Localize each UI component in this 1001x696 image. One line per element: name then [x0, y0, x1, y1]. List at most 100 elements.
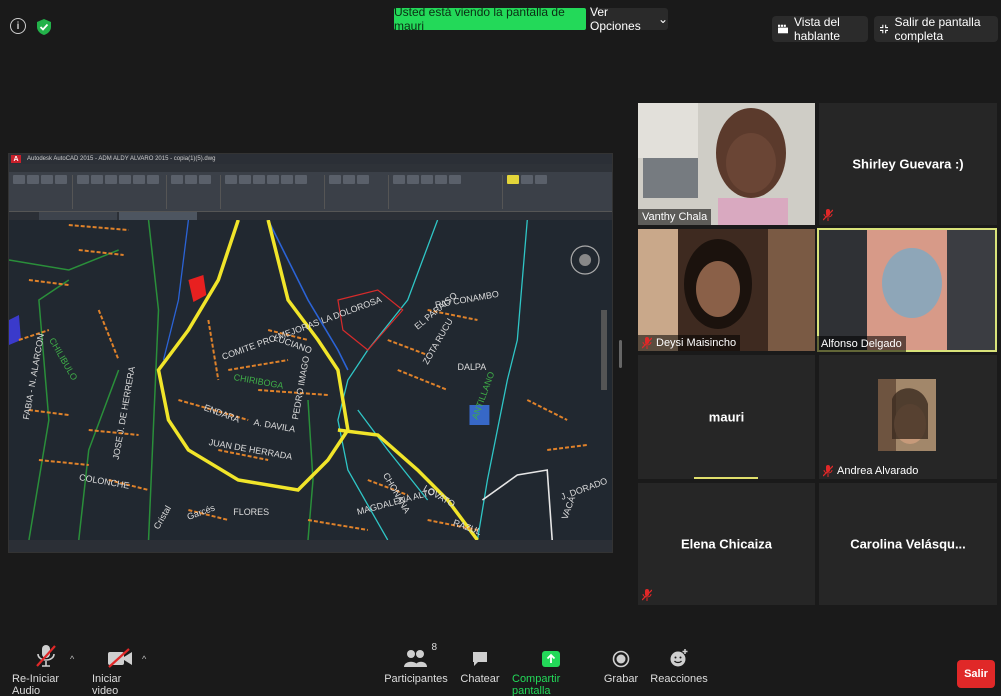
autocad-title-bar: A Autodesk AutoCAD 2015 - ADM ALDY ALVAR…	[9, 154, 612, 164]
reactions-label: Reacciones	[650, 673, 708, 685]
record-icon	[612, 650, 630, 668]
ribbon-group-draw	[13, 175, 73, 209]
exit-fullscreen-label: Salir de pantalla completa	[894, 15, 981, 43]
reactions-button[interactable]: Reacciones	[650, 642, 708, 685]
exit-fullscreen-button[interactable]: Salir de pantalla completa	[874, 15, 998, 43]
participant-name-vanthy: Vanthy Chala	[638, 209, 712, 225]
autocad-title: Autodesk AutoCAD 2015 - ADM ALDY ALVARO …	[27, 156, 216, 162]
info-icon[interactable]: i	[10, 18, 26, 34]
autocad-drawing-canvas[interactable]: LUCIANO RIO CONAMBO CHIRIBOGA COMITE PRO-ME…	[9, 220, 612, 540]
participant-name-elena: Elena Chicaiza	[680, 536, 773, 552]
participant-video-deysi	[638, 229, 815, 351]
participants-label: Participantes	[384, 673, 448, 685]
record-label: Grabar	[603, 673, 639, 685]
map-street-label: A. DAVILA	[253, 417, 296, 434]
map-street-label: JUAN DE HERRADA	[208, 437, 293, 462]
participants-count: 8	[431, 642, 437, 653]
ribbon-group-utilities	[393, 175, 503, 209]
participant-name-andrea: Andrea Alvarado	[819, 463, 922, 479]
map-street-label: Garcés	[186, 502, 217, 521]
participant-video-andrea	[878, 379, 936, 451]
chat-label: Chatear	[460, 673, 500, 685]
video-button-label: Iniciar video	[92, 673, 122, 696]
video-options-caret[interactable]: ^	[142, 654, 146, 664]
doc-tab-active[interactable]	[119, 212, 197, 220]
audio-options-caret[interactable]: ^	[70, 654, 74, 664]
map-street-label: DALPA	[458, 362, 487, 372]
share-screen-button[interactable]: Compartir pantalla	[512, 642, 590, 696]
participant-video-vanthy	[638, 103, 815, 225]
participant-name-deysi: Deysi Maisincho	[638, 335, 741, 351]
participant-name-mauri: mauri	[708, 409, 745, 425]
mic-muted-icon	[823, 465, 833, 477]
leave-meeting-label: Salir	[964, 668, 988, 680]
speaker-view-button[interactable]: Vista del hablante	[772, 15, 868, 43]
chat-button[interactable]: Chatear	[460, 642, 500, 685]
participant-name-carolina: Carolina Velásqu...	[850, 536, 966, 552]
view-options-button[interactable]: Ver Opciones ⌄	[590, 5, 668, 33]
ribbon-group-annotation	[171, 175, 221, 209]
record-button[interactable]: Grabar	[604, 642, 638, 685]
autocad-command-line[interactable]	[9, 540, 612, 552]
participants-button[interactable]: 8 Participantes	[384, 642, 448, 685]
view-options-label: Ver Opciones	[590, 5, 641, 33]
participant-tile-vanthy[interactable]: Vanthy Chala	[638, 103, 815, 225]
split-view-divider-handle[interactable]	[619, 340, 622, 368]
autocad-document-tabs	[9, 212, 612, 220]
doc-tab[interactable]	[39, 212, 117, 220]
participant-name-shirley: Shirley Guevara :)	[852, 156, 964, 172]
map-street-label: RAZUL	[452, 517, 483, 536]
street-map-drawing: LUCIANORIO CONAMBOCHIRIBOGACOMITE PRO-ME…	[9, 220, 609, 540]
screen-share-banner: Usted está viendo la pantalla de mauri	[394, 5, 586, 33]
ribbon-group-properties	[507, 175, 597, 209]
exit-fullscreen-icon	[880, 24, 889, 34]
chevron-down-icon: ⌄	[657, 12, 668, 26]
participant-name-alfonso: Alfonso Delgado	[817, 336, 906, 352]
participants-icon	[404, 650, 427, 667]
share-screen-icon	[542, 651, 560, 667]
encryption-shield-icon[interactable]	[36, 18, 52, 36]
speaking-indicator	[694, 477, 758, 479]
participant-tile-elena[interactable]: Elena Chicaiza	[638, 483, 815, 605]
screen-share-banner-text: Usted está viendo la pantalla de mauri	[394, 5, 565, 33]
participant-video-alfonso	[817, 228, 997, 352]
map-street-label: ENDARA	[203, 402, 241, 424]
speaker-view-icon	[778, 24, 788, 34]
autocad-logo: A	[11, 155, 21, 163]
meeting-toolbar: Re-Iniciar Audio ^ Iniciar video ^ 8 Par…	[0, 642, 1001, 696]
map-street-label: Cristal	[152, 504, 173, 531]
video-button[interactable]: Iniciar video	[92, 642, 148, 696]
shared-screen[interactable]: A Autodesk AutoCAD 2015 - ADM ALDY ALVAR…	[8, 153, 613, 553]
map-street-label: CHILIBULO	[47, 336, 79, 382]
mic-muted-icon	[36, 645, 56, 667]
participant-tile-shirley[interactable]: Shirley Guevara :)	[819, 103, 997, 225]
mic-muted-icon	[823, 209, 833, 221]
audio-button-label: Re-Iniciar Audio	[12, 673, 60, 696]
participant-tile-alfonso[interactable]: Alfonso Delgado	[817, 228, 997, 352]
share-screen-label: Compartir pantalla	[512, 673, 561, 696]
map-street-label: CHIRIBOGA	[233, 372, 284, 391]
top-left-status: i	[10, 18, 52, 36]
chat-icon	[473, 652, 487, 666]
zoom-meeting-window: i Usted está viendo la pantalla de mauri…	[0, 0, 1001, 696]
mic-muted-icon	[642, 589, 652, 601]
speaker-view-label: Vista del hablante	[794, 15, 841, 43]
map-street-label: FABIA - N. ALARCON	[21, 333, 46, 421]
ribbon-body	[9, 172, 612, 212]
reactions-icon	[670, 649, 688, 667]
ribbon-group-layers	[225, 175, 325, 209]
map-street-label: FLORES	[233, 507, 269, 517]
autocad-ribbon	[9, 164, 612, 212]
participant-tile-mauri[interactable]: mauri	[638, 355, 815, 479]
mic-muted-icon	[642, 337, 652, 349]
video-off-icon	[108, 648, 132, 668]
leave-meeting-button[interactable]: Salir	[957, 660, 995, 688]
audio-button[interactable]: Re-Iniciar Audio	[12, 642, 80, 696]
ribbon-group-block	[329, 175, 389, 209]
participant-tile-carolina[interactable]: Carolina Velásqu...	[819, 483, 997, 605]
participant-tile-deysi[interactable]: Deysi Maisincho	[638, 229, 815, 351]
participant-tile-andrea[interactable]: Andrea Alvarado	[819, 355, 997, 479]
ribbon-group-modify	[77, 175, 167, 209]
map-street-label: COLONCHE	[78, 472, 130, 491]
ribbon-tabs	[9, 164, 612, 172]
